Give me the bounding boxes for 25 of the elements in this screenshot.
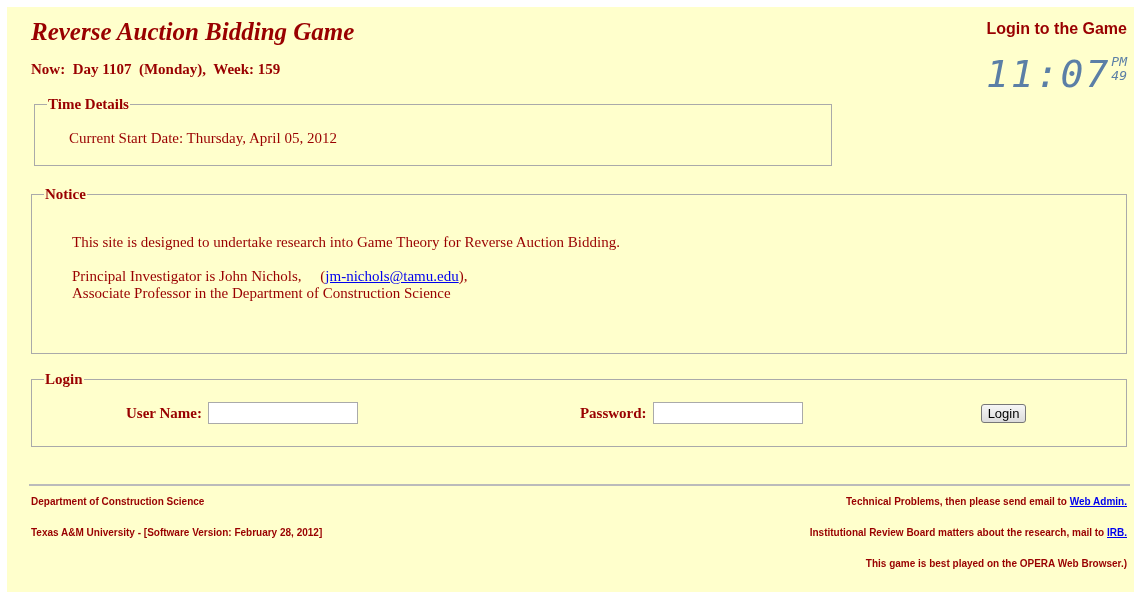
footer-link[interactable]: Web Admin. — [1069, 496, 1127, 507]
footer-link[interactable]: IRB. — [1107, 527, 1127, 538]
panel-legend: Login — [44, 371, 84, 388]
panel-legend: Time Details — [47, 96, 130, 113]
footer-text: Technical Problems, then please send email to Web Admin. — [846, 496, 1127, 508]
login-button[interactable]: Login — [980, 403, 1027, 423]
panel-legend: Notice — [44, 186, 87, 203]
password-field[interactable] — [652, 402, 803, 424]
current-day-text: Now: Day 1107 (Monday), Week: 159 — [31, 61, 282, 78]
start-date-text: Current Start Date: Thursday, April 05, 2012 — [68, 129, 338, 147]
login-link[interactable]: Login to the Game — [986, 20, 1127, 38]
username-label: User Name: — [126, 404, 202, 422]
username-field[interactable] — [207, 402, 358, 424]
password-label: Password: — [579, 404, 647, 422]
investigator-text: Principal Investigator is John Nichols, (jm-nichols@tamu.edu), Associate Professor in the Department of Construction Science — [71, 267, 469, 302]
clock-ampm: PM — [1111, 55, 1127, 69]
footer-text: Institutional Review Board matters about the research, mail to IRB. — [809, 527, 1127, 539]
footer-text: Department of Construction Science — [31, 496, 205, 508]
footer-text: Texas A&M University - [Software Version: February 28, 2012] — [31, 527, 323, 539]
footer-text: This game is best played on the OPERA Web Browser.) — [865, 558, 1127, 570]
clock-time: 11:07 — [985, 55, 1111, 93]
notice-text: This site is designed to undertake research into Game Theory for Reverse Auction Bidding. — [71, 233, 621, 251]
page-title: Reverse Auction Bidding Game — [31, 17, 355, 47]
email-link[interactable]: jm-nichols@tamu.edu — [325, 268, 459, 284]
clock-seconds: 49 — [1111, 69, 1127, 83]
